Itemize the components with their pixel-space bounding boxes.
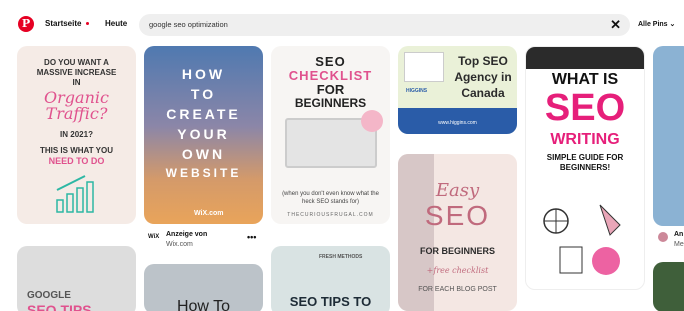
pin-create-website[interactable]: HOW TO CREATE YOUR OWN WEBSITE WiX.com [144, 46, 263, 224]
nav-home[interactable]: Startseite [45, 19, 81, 28]
seo-illustration [543, 204, 621, 275]
nav-today[interactable]: Heute [105, 19, 127, 28]
pin-seo-agency[interactable]: HIGGINS Top SEO Agency in Canada www.hig… [398, 46, 517, 134]
search-bar[interactable]: google seo optimization ✕ [139, 14, 630, 36]
pin-how-to[interactable]: How To [144, 264, 263, 311]
pin-partial-right[interactable] [653, 46, 684, 226]
pin-seo-writing[interactable]: WHAT IS SEO WRITING SIMPLE GUIDE FOR BEG… [525, 46, 645, 290]
bar-chart-icon [56, 175, 94, 213]
keyboard-photo [526, 47, 644, 69]
pin-author[interactable]: An [674, 231, 683, 238]
ad-label: Anzeige von [166, 231, 208, 238]
screenshot-thumbnail [404, 52, 444, 82]
flower-image [361, 110, 383, 132]
pin-seo-checklist[interactable]: SEO CHECKLIST FOR BEGINNERS (when you do… [271, 46, 390, 224]
notification-dot [86, 22, 89, 25]
pin-partial-bottom-right[interactable] [653, 262, 684, 311]
ad-source[interactable]: Wix.com [166, 241, 193, 248]
pin-organic-traffic[interactable]: DO YOU WANT A MASSIVE INCREASE IN Organi… [17, 46, 136, 224]
search-input[interactable]: google seo optimization [149, 20, 228, 29]
pin-easy-seo[interactable]: Easy SEO FOR BEGINNERS +free checklist F… [398, 154, 517, 311]
avatar[interactable] [658, 232, 668, 242]
clear-search-icon[interactable]: ✕ [610, 17, 621, 33]
top-navigation: P Startseite Heute google seo optimizati… [0, 0, 684, 46]
filter-dropdown[interactable]: Alle Pins ⌄ [638, 20, 675, 28]
pin-google-seo-tips[interactable]: GOOGLE SEO TIPS [17, 246, 136, 311]
wix-avatar: WiX [148, 234, 160, 240]
more-options-icon[interactable]: ••• [247, 232, 256, 242]
pin-seo-tips-to[interactable]: FRESH METHODS SEO TIPS TO [271, 246, 390, 311]
pinterest-logo-icon[interactable]: P [18, 16, 34, 32]
wix-logo: WiX.com [194, 210, 224, 217]
pin-author-sub: Me [674, 241, 684, 248]
